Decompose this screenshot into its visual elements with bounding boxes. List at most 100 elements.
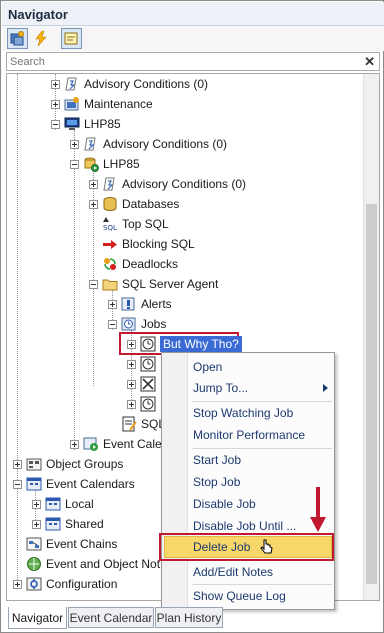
tree-node-job[interactable] [127,394,160,414]
lightning-button[interactable] [30,28,51,49]
menu-item-add-edit-notes[interactable]: Add/Edit Notes [193,562,273,582]
tree-node-job-disabled[interactable] [127,374,160,394]
collapse-icon[interactable] [70,159,79,169]
expand-icon[interactable] [127,339,136,349]
tree-node-local[interactable]: Local [32,494,94,514]
expand-icon[interactable] [13,579,22,589]
menu-item-label: Monitor Performance [193,428,306,442]
menu-item-show-queue-log[interactable]: Show Queue Log [193,586,286,606]
navigator-panel: Navigator ✕ [0,0,384,633]
tab-plan-history[interactable]: Plan History [155,607,223,628]
tree-node-selected-job[interactable]: But Why Tho? [127,334,242,354]
tree-node-shared[interactable]: Shared [32,514,104,534]
expand-icon[interactable] [127,359,136,369]
expand-icon[interactable] [51,79,60,89]
notes-globe-icon [27,557,41,571]
tree-node-advisory[interactable]: Advisory Conditions (0) [89,174,246,194]
expand-icon[interactable] [89,199,98,209]
advisory-icon [65,77,77,91]
tree-node-label: Event Chains [46,537,118,551]
menu-item-start-job[interactable]: Start Job [193,450,241,470]
notes-button[interactable] [61,28,82,49]
menu-separator [192,584,332,585]
collapse-icon[interactable] [89,279,98,289]
tree-node-label: Advisory Conditions (0) [122,177,247,191]
expand-icon[interactable] [108,299,117,309]
sql-log-icon [122,416,137,432]
expand-icon[interactable] [70,439,79,449]
panel-titlebar: Navigator [2,2,384,26]
tree-node-object-groups[interactable]: Object Groups [13,454,123,474]
add-object-icon [10,31,24,46]
expand-icon[interactable] [89,179,98,189]
vertical-scrollbar[interactable] [363,74,379,600]
tree-node-sql-log[interactable]: SQL [121,414,165,434]
tree-node-maintenance[interactable]: Maintenance [51,94,153,114]
deadlocks-icon [104,258,116,270]
scrollbar-thumb[interactable] [366,204,377,584]
notes-icon [64,32,78,45]
menu-item-jump-to[interactable]: Jump To... [193,378,330,398]
menu-item-monitor-performance[interactable]: Monitor Performance [193,425,305,445]
expand-icon[interactable] [32,499,41,509]
job-clock-icon [140,336,156,352]
tree-node-deadlocks[interactable]: Deadlocks [102,254,178,274]
expand-icon[interactable] [32,519,41,529]
tree-node-label: Jobs [141,317,167,331]
expand-icon[interactable] [127,379,136,389]
folder-icon [102,279,118,291]
menu-gutter [162,353,188,609]
menu-item-label: Disable Job Until ... [193,519,297,533]
search-input[interactable] [7,53,347,70]
menu-item-label: Stop Job [193,475,241,489]
menu-item-disable-job[interactable]: Disable Job [193,494,256,514]
expand-icon[interactable] [70,139,79,149]
tab-event-calendar[interactable]: Event Calendar [68,607,154,628]
menu-item-label: Add/Edit Notes [193,565,274,579]
tree-node-label: Object Groups [46,457,124,471]
tree-node-server[interactable]: LHP85 [51,114,121,134]
tree-node-event-chains[interactable]: Event Chains [26,534,117,554]
tree-node-databases[interactable]: Databases [89,194,179,214]
event-calendar-icon [83,437,98,451]
configuration-icon [26,577,42,591]
menu-item-stop-job[interactable]: Stop Job [193,472,240,492]
tree-node-advisory[interactable]: Advisory Conditions (0) [70,134,227,154]
tree-node-label: But Why Tho? [160,336,242,352]
expand-icon[interactable] [13,459,22,469]
lightning-icon [34,31,47,46]
menu-item-open[interactable]: Open [193,357,222,377]
search-field[interactable]: ✕ [6,52,380,71]
bottom-tabs: Navigator Event Calendar Plan History [6,607,380,629]
tree-node-label: Configuration [46,577,118,591]
menu-item-stop-watching-job[interactable]: Stop Watching Job [193,403,293,423]
tree-node-configuration[interactable]: Configuration [13,574,117,594]
mouse-cursor-icon [260,539,273,554]
expand-icon[interactable] [127,399,136,409]
delete-job-annotation [159,533,334,561]
collapse-icon[interactable] [13,479,22,489]
clear-search-icon[interactable]: ✕ [364,54,375,70]
tree-node-job[interactable] [127,354,160,374]
tab-navigator[interactable]: Navigator [8,607,67,629]
tree-node-top-sql[interactable]: SQL Top SQL [102,214,169,234]
collapse-icon[interactable] [108,319,117,329]
tree-node-label: Event Calendars [46,477,135,491]
menu-item-label: Stop Watching Job [193,406,294,420]
tree-node-event-calendars[interactable]: Event Calendars [13,474,135,494]
tree-node-instance[interactable]: LHP85 [70,154,140,174]
jobs-icon [121,317,136,331]
tree-node-event-object-notes[interactable]: Event and Object Not [26,554,160,574]
tree-guide [17,74,18,584]
collapse-icon[interactable] [51,119,60,129]
tree-node-label: Deadlocks [122,257,179,271]
tree-node-sql-server-agent[interactable]: SQL Server Agent [89,274,218,294]
expand-icon[interactable] [51,99,60,109]
add-object-button[interactable] [7,28,28,49]
tree-node-event-calendar[interactable]: Event Cale [70,434,162,454]
tree-node-advisory[interactable]: Advisory Conditions (0) [51,74,208,94]
menu-item-label: Show Queue Log [193,589,286,603]
tree-node-jobs[interactable]: Jobs [108,314,166,334]
tree-node-alerts[interactable]: Alerts [108,294,172,314]
tree-node-blocking-sql[interactable]: Blocking SQL [102,234,195,254]
